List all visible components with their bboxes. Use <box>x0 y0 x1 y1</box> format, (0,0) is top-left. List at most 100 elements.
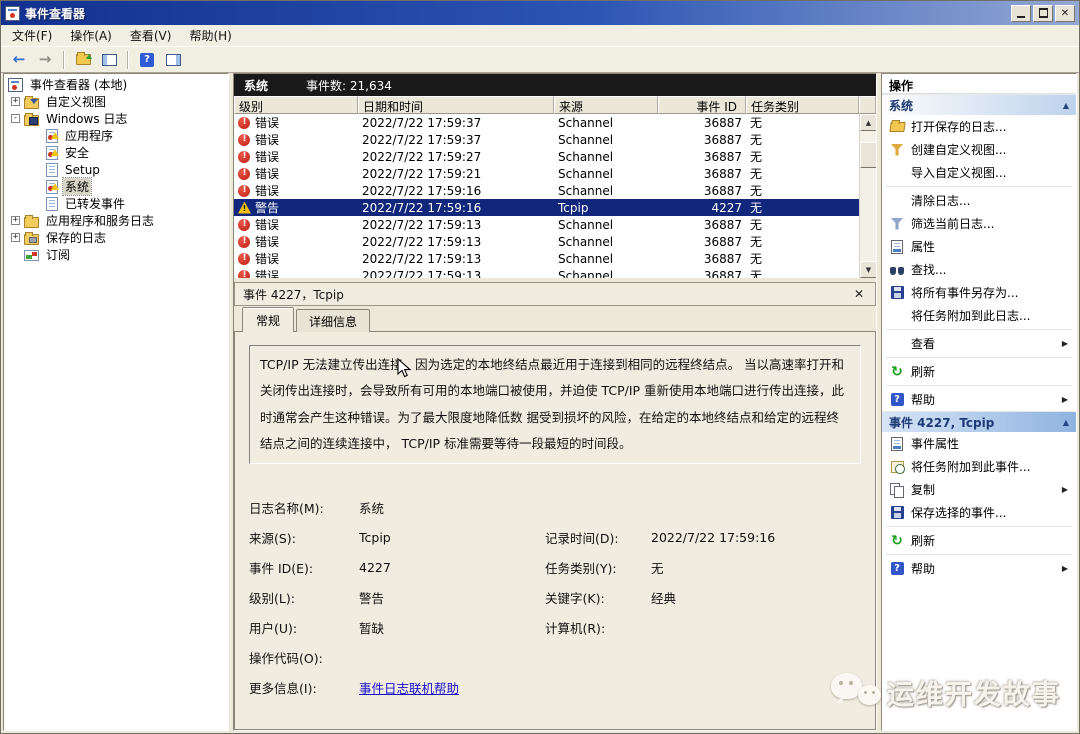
task-category-value: 无 <box>651 558 861 577</box>
scrollbar-thumb[interactable] <box>860 142 876 168</box>
toolbar-separator <box>127 51 129 69</box>
scroll-up-button[interactable]: ▲ <box>860 114 876 131</box>
table-row[interactable]: !错误 2022/7/22 17:59:13Schannel36887无 <box>234 216 876 233</box>
expand-icon[interactable]: + <box>11 233 20 242</box>
log-name-label: 日志名称(M): <box>249 498 359 517</box>
table-row[interactable]: !错误 2022/7/22 17:59:13Schannel36887无 <box>234 250 876 267</box>
action-attach-task-to-event[interactable]: 将任务附加到此事件... <box>882 455 1076 478</box>
console-tree-toggle-button[interactable] <box>97 49 121 71</box>
forward-button[interactable]: → <box>33 49 57 71</box>
tab-general[interactable]: 常规 <box>242 307 294 332</box>
action-properties[interactable]: 属性 <box>882 235 1076 258</box>
table-row[interactable]: !错误 2022/7/22 17:59:37Schannel36887无 <box>234 114 876 131</box>
forward-arrow-icon: → <box>39 52 52 67</box>
column-level[interactable]: 级别 <box>234 96 358 114</box>
collapse-icon[interactable]: ▲ <box>1063 418 1069 427</box>
actions-section-event[interactable]: 事件 4227, Tcpip ▲ <box>882 411 1076 432</box>
tree-item-app-services-logs[interactable]: + 应用程序和服务日志 <box>4 212 228 229</box>
tree-item-windows-logs[interactable]: - Windows 日志 <box>4 110 228 127</box>
tree-item-forwarded-events[interactable]: 已转发事件 <box>4 195 228 212</box>
column-event-id[interactable]: 事件 ID <box>658 96 746 114</box>
list-header: 级别 日期和时间 来源 事件 ID 任务类别 <box>234 96 876 114</box>
filter-icon <box>891 218 904 230</box>
expand-icon[interactable]: + <box>11 216 20 225</box>
table-row[interactable]: !错误 2022/7/22 17:59:16Schannel36887无 <box>234 182 876 199</box>
scroll-up-icon: ▲ <box>866 119 871 127</box>
column-source[interactable]: 来源 <box>554 96 658 114</box>
tree-item-application[interactable]: 应用程序 <box>4 127 228 144</box>
close-button[interactable]: ✕ <box>1055 5 1075 22</box>
action-event-properties[interactable]: 事件属性 <box>882 432 1076 455</box>
tree-item-root[interactable]: 事件查看器 (本地) <box>4 76 228 93</box>
action-attach-task-to-log[interactable]: 将任务附加到此日志... <box>882 304 1076 327</box>
tree-item-security[interactable]: 安全 <box>4 144 228 161</box>
preview-close-button[interactable]: ✕ <box>851 287 867 301</box>
opcode-label: 操作代码(O): <box>249 648 359 667</box>
table-row[interactable]: !错误 2022/7/22 17:59:37Schannel36887无 <box>234 131 876 148</box>
action-pane-toggle-button[interactable] <box>161 49 185 71</box>
action-import-custom-view[interactable]: 导入自定义视图... <box>882 161 1076 184</box>
actions-section-system[interactable]: 系统 ▲ <box>882 94 1076 115</box>
collapse-icon[interactable]: ▲ <box>1063 101 1069 110</box>
tree-item-setup[interactable]: Setup <box>4 161 228 178</box>
action-filter-current-log[interactable]: 筛选当前日志... <box>882 212 1076 235</box>
action-event-refresh[interactable]: ↻刷新 <box>882 529 1076 552</box>
error-icon: ! <box>238 253 251 265</box>
table-row-selected[interactable]: !警告 2022/7/22 17:59:16Tcpip4227无 <box>234 199 876 216</box>
open-saved-log-button[interactable] <box>71 49 95 71</box>
action-save-all-events-as[interactable]: 将所有事件另存为... <box>882 281 1076 304</box>
binoculars-icon <box>890 265 904 275</box>
close-icon: ✕ <box>854 287 864 301</box>
tree-item-custom-views[interactable]: + 自定义视图 <box>4 93 228 110</box>
security-log-icon <box>46 146 58 160</box>
event-list: 级别 日期和时间 来源 事件 ID 任务类别 !错误 2022/7/22 17:… <box>234 96 876 278</box>
table-row[interactable]: !错误 2022/7/22 17:59:13Schannel36887无 <box>234 267 876 278</box>
action-clear-log[interactable]: 清除日志... <box>882 189 1076 212</box>
table-row[interactable]: !错误 2022/7/22 17:59:27Schannel36887无 <box>234 148 876 165</box>
action-find[interactable]: 查找... <box>882 258 1076 281</box>
system-log-icon <box>46 180 58 194</box>
action-open-saved-log[interactable]: 打开保存的日志... <box>882 115 1076 138</box>
action-help[interactable]: ?帮助▶ <box>882 388 1076 411</box>
menu-view[interactable]: 查看(V) <box>121 24 181 47</box>
restore-icon <box>1039 9 1048 17</box>
tab-details[interactable]: 详细信息 <box>296 309 370 332</box>
tree-item-saved-logs[interactable]: + 保存的日志 <box>4 229 228 246</box>
minimize-button[interactable] <box>1011 5 1031 22</box>
vertical-scrollbar[interactable]: ▲ ▼ <box>859 114 876 278</box>
menu-file[interactable]: 文件(F) <box>3 24 61 47</box>
setup-log-icon <box>46 163 58 177</box>
action-view[interactable]: 查看▶ <box>882 332 1076 355</box>
custom-views-icon <box>24 98 39 109</box>
collapse-icon[interactable]: - <box>11 114 20 123</box>
tree-item-subscriptions[interactable]: 订阅 <box>4 246 228 263</box>
properties-icon <box>891 240 903 254</box>
table-row[interactable]: !错误 2022/7/22 17:59:21Schannel36887无 <box>234 165 876 182</box>
action-event-help[interactable]: ?帮助▶ <box>882 557 1076 580</box>
action-refresh[interactable]: ↻刷新 <box>882 360 1076 383</box>
menu-help[interactable]: 帮助(H) <box>180 24 240 47</box>
column-category[interactable]: 任务类别 <box>746 96 859 114</box>
help-button[interactable]: ? <box>135 49 159 71</box>
error-icon: ! <box>238 185 251 197</box>
warning-icon: ! <box>238 202 251 214</box>
source-label: 来源(S): <box>249 528 359 547</box>
actions-title: 操作 <box>882 74 1076 94</box>
table-row[interactable]: !错误 2022/7/22 17:59:13Schannel36887无 <box>234 233 876 250</box>
event-log-help-link[interactable]: 事件日志联机帮助 <box>359 681 459 696</box>
restore-button[interactable] <box>1033 5 1053 22</box>
application-log-icon <box>46 129 58 143</box>
action-save-selected-events[interactable]: 保存选择的事件... <box>882 501 1076 524</box>
column-datetime[interactable]: 日期和时间 <box>358 96 554 114</box>
create-filter-icon <box>891 144 904 156</box>
tree-item-system[interactable]: 系统 <box>4 178 228 195</box>
expand-icon[interactable]: + <box>11 97 20 106</box>
menu-action[interactable]: 操作(A) <box>61 24 121 47</box>
event-description[interactable]: TCP/IP 无法建立传出连接，因为选定的本地终结点最近用于连接到相同的远程终结… <box>249 345 861 464</box>
back-button[interactable]: ← <box>7 49 31 71</box>
scroll-down-button[interactable]: ▼ <box>860 261 876 278</box>
action-copy[interactable]: 复制▶ <box>882 478 1076 501</box>
save-icon <box>891 506 904 519</box>
console-tree: 事件查看器 (本地) + 自定义视图 - Windows 日志 应用程序 安全 <box>3 73 229 731</box>
action-create-custom-view[interactable]: 创建自定义视图... <box>882 138 1076 161</box>
